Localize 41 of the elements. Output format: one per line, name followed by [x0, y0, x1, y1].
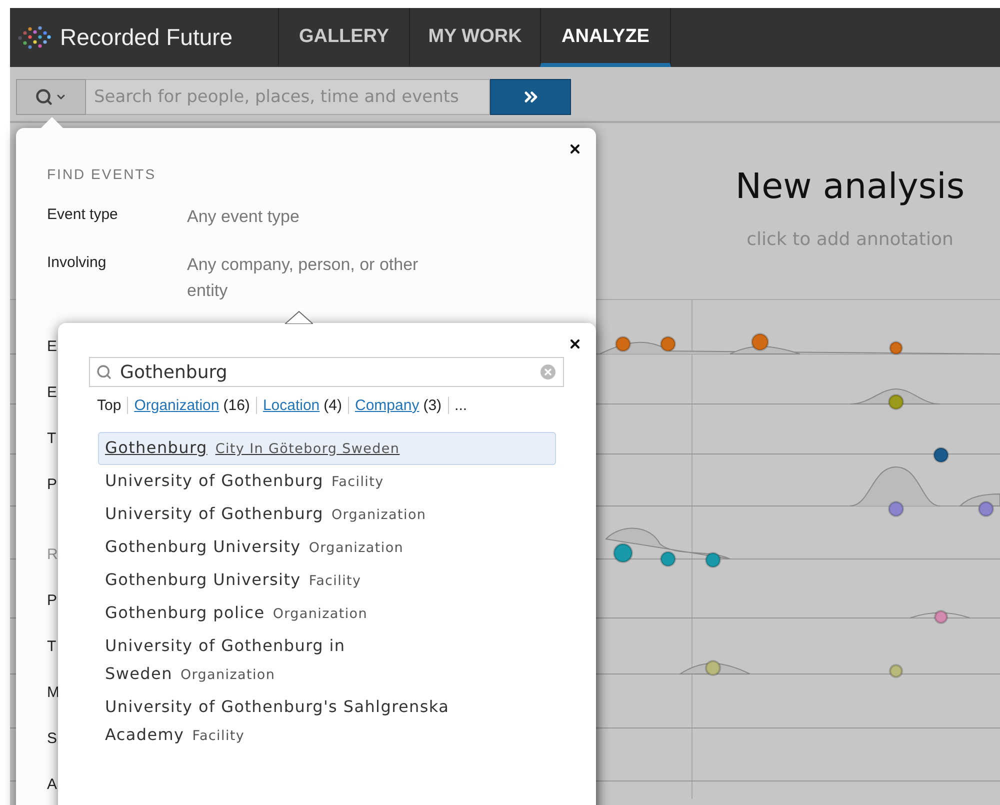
search-menu-button[interactable] — [16, 79, 86, 115]
field-label: S — [47, 730, 58, 749]
result-item[interactable]: Gothenburg City In Göteborg Sweden — [98, 432, 556, 465]
category-link[interactable]: Location — [262, 397, 320, 414]
logo-text[interactable]: Recorded Future — [60, 24, 233, 51]
field-label: T — [47, 638, 56, 657]
entity-search-field[interactable]: Gothenburg — [89, 357, 564, 387]
field-value[interactable]: Any company, person, or other entity — [187, 252, 422, 304]
search-icon — [35, 88, 53, 106]
category-link[interactable]: Company — [355, 397, 420, 414]
search-field[interactable]: Search for people, places, time and events — [86, 79, 490, 115]
nav-tab[interactable]: ANALYZE — [540, 8, 671, 67]
result-item[interactable]: University of Gothenburg Organization — [98, 498, 528, 531]
field-label: P — [47, 476, 58, 495]
category-count: (16) — [223, 397, 250, 414]
field-label: A — [47, 776, 58, 795]
section-heading: R — [47, 546, 58, 565]
close-icon — [568, 337, 582, 351]
field-label: P — [47, 592, 58, 611]
category-label[interactable]: ... — [454, 397, 468, 414]
go-button[interactable] — [490, 79, 571, 115]
result-item[interactable]: University of Gothenburg Facility — [98, 465, 528, 498]
result-item[interactable]: University of Gothenburg in Sweden Organization — [98, 630, 528, 691]
result-item[interactable]: University of Gothenburg's Sahlgrenska Academy Facility — [98, 691, 528, 752]
field-label: Involving — [47, 253, 108, 273]
result-item[interactable]: Gothenburg University Organization — [98, 531, 528, 564]
category-count: (4) — [324, 397, 342, 414]
result-item[interactable]: Gothenburg police Organization — [98, 597, 528, 630]
result-item[interactable]: Gothenburg University Facility — [98, 564, 528, 597]
field-value[interactable]: Any event type — [187, 204, 422, 230]
close-icon — [568, 142, 582, 156]
category-link[interactable]: Organization — [134, 397, 220, 414]
analysis-title: New analysis — [735, 167, 965, 207]
category-label[interactable]: Top — [97, 397, 122, 414]
search-icon — [96, 364, 112, 380]
field-label: E — [47, 338, 58, 357]
category-count: (3) — [423, 397, 442, 414]
section-heading: FIND EVENTS — [47, 166, 158, 182]
field-label: Event type — [47, 205, 119, 225]
field-label: E — [47, 384, 58, 403]
field-label: T — [47, 430, 56, 449]
